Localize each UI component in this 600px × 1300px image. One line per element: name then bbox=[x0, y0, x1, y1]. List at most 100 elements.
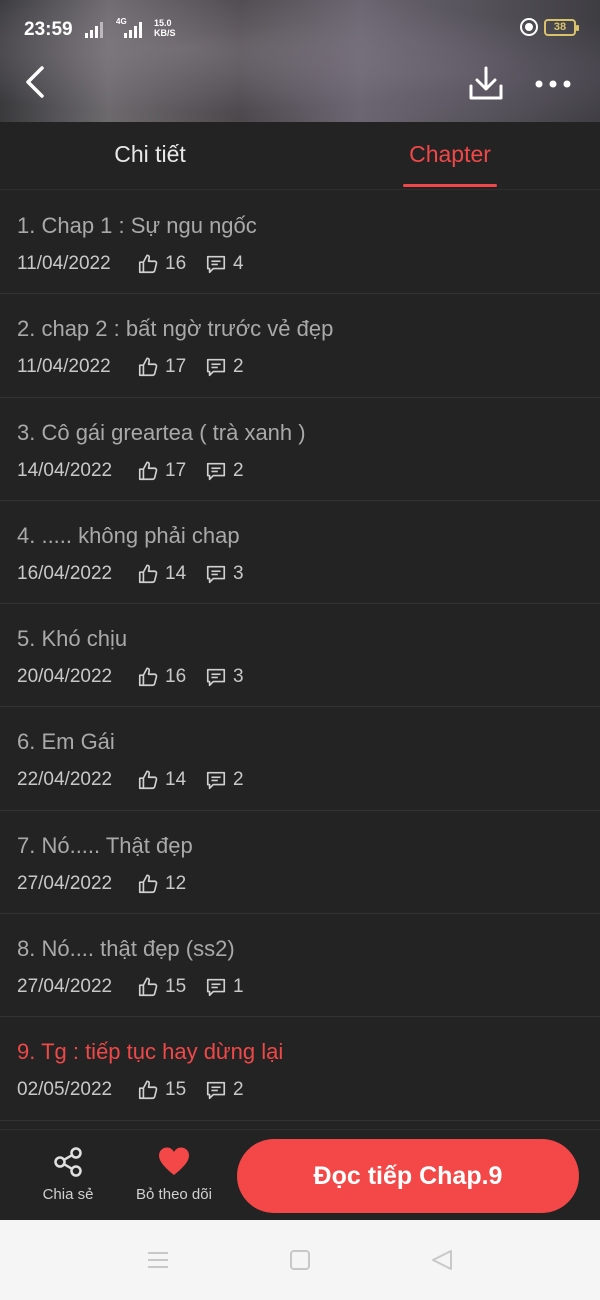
download-button[interactable] bbox=[466, 64, 506, 104]
status-bar: 23:59 4G 15.0 KB/S 38 bbox=[24, 18, 579, 44]
speed-unit: KB/S bbox=[154, 28, 176, 38]
share-label: Chia sẻ bbox=[42, 1186, 94, 1203]
chapter-title: 3. Cô gái greartea ( trà xanh ) bbox=[17, 419, 306, 445]
chapter-meta: 14/04/2022 17 2 bbox=[17, 460, 271, 482]
share-button[interactable]: Chia sẻ bbox=[28, 1140, 108, 1212]
comment-icon bbox=[205, 460, 227, 482]
signal-icon bbox=[85, 22, 103, 38]
chapter-row[interactable]: 7. Nó..... Thật đẹp 27/04/2022 12 bbox=[0, 811, 600, 915]
thumbs-up-icon bbox=[137, 976, 159, 998]
comment-count: 2 bbox=[233, 356, 244, 378]
comment-count: 1 bbox=[233, 976, 244, 998]
chevron-left-icon bbox=[26, 66, 44, 98]
chapter-row[interactable]: 3. Cô gái greartea ( trà xanh ) 14/04/202… bbox=[0, 398, 600, 501]
comment-icon bbox=[205, 976, 227, 998]
share-icon bbox=[54, 1147, 82, 1177]
chapter-meta: 11/04/2022 17 2 bbox=[17, 356, 271, 378]
comment-icon bbox=[205, 769, 227, 791]
comment-count: 3 bbox=[233, 666, 244, 688]
header-banner: 23:59 4G 15.0 KB/S 38 bbox=[0, 0, 600, 122]
thumbs-up-icon bbox=[137, 769, 159, 791]
chapter-date: 22/04/2022 bbox=[17, 769, 113, 791]
chapter-title: 5. Khó chịu bbox=[17, 626, 128, 652]
chapter-row[interactable]: 5. Khó chịu 20/04/2022 16 3 bbox=[0, 604, 600, 708]
like-count: 17 bbox=[165, 459, 187, 481]
signal-icon-2 bbox=[124, 22, 142, 38]
like-count: 16 bbox=[165, 666, 187, 688]
like-count: 14 bbox=[165, 562, 187, 584]
back-button[interactable] bbox=[22, 64, 52, 100]
comment-count: 3 bbox=[233, 562, 244, 584]
thumbs-up-icon bbox=[137, 873, 159, 895]
tab-chapter[interactable]: Chapter bbox=[350, 122, 550, 190]
chapter-list: 1. Chap 1 : Sự ngu ngốc 11/04/2022 16 4 2. c… bbox=[0, 191, 600, 1129]
comment-icon bbox=[205, 356, 227, 378]
chapter-date: 02/05/2022 bbox=[17, 1079, 113, 1101]
more-horizontal-icon bbox=[535, 80, 571, 88]
chapter-meta: 20/04/2022 16 3 bbox=[17, 666, 271, 688]
download-icon bbox=[469, 66, 503, 100]
vpn-icon bbox=[520, 18, 538, 36]
like-count: 16 bbox=[165, 253, 187, 274]
comment-count: 2 bbox=[233, 1079, 244, 1101]
comment-icon bbox=[205, 563, 227, 585]
chapter-row[interactable]: 2. chap 2 : bất ngờ trước vẻ đẹp 11/04/20… bbox=[0, 294, 600, 398]
network-speed: 15.0 KB/S bbox=[154, 18, 176, 38]
chapter-date: 16/04/2022 bbox=[17, 562, 113, 584]
active-tab-indicator bbox=[403, 184, 497, 187]
like-count: 15 bbox=[165, 1079, 187, 1101]
chapter-row[interactable]: 8. Nó.... thật đẹp (ss2) 27/04/2022 15 1 bbox=[0, 914, 600, 1018]
comment-count: 4 bbox=[233, 253, 244, 274]
like-count: 12 bbox=[165, 872, 187, 894]
comment-icon bbox=[205, 666, 227, 688]
chapter-date: 27/04/2022 bbox=[17, 976, 113, 998]
chapter-title: 7. Nó..... Thật đẹp bbox=[17, 832, 193, 858]
chapter-meta: 27/04/2022 15 1 bbox=[17, 976, 271, 998]
heart-icon bbox=[159, 1147, 189, 1175]
comment-count: 2 bbox=[233, 769, 244, 791]
comment-icon bbox=[205, 1079, 227, 1101]
chapter-title: 1. Chap 1 : Sự ngu ngốc bbox=[17, 213, 257, 238]
thumbs-up-icon bbox=[137, 563, 159, 585]
chapter-date: 20/04/2022 bbox=[17, 666, 113, 688]
chapter-meta: 02/05/2022 15 2 bbox=[17, 1079, 271, 1101]
chapter-row[interactable]: 9. Tg : tiếp tục hay dừng lại 02/05/2022 1… bbox=[0, 1017, 600, 1121]
recent-apps-button[interactable] bbox=[145, 1248, 171, 1272]
battery-icon: 38 bbox=[544, 18, 579, 36]
thumbs-up-icon bbox=[137, 356, 159, 378]
chapter-meta: 16/04/2022 14 3 bbox=[17, 563, 271, 585]
continue-reading-button[interactable]: Đọc tiếp Chap.9 bbox=[237, 1139, 579, 1213]
like-count: 14 bbox=[165, 769, 187, 791]
status-time: 23:59 bbox=[24, 19, 73, 40]
chapter-title: 6. Em Gái bbox=[17, 729, 115, 755]
thumbs-up-icon bbox=[137, 460, 159, 482]
like-count: 15 bbox=[165, 976, 187, 998]
unfollow-button[interactable]: Bỏ theo dõi bbox=[122, 1140, 226, 1212]
chapter-title: 2. chap 2 : bất ngờ trước vẻ đẹp bbox=[17, 316, 334, 342]
chapter-row[interactable]: 1. Chap 1 : Sự ngu ngốc 11/04/2022 16 4 bbox=[0, 191, 600, 295]
system-back-button[interactable] bbox=[429, 1248, 455, 1272]
home-button[interactable] bbox=[287, 1248, 313, 1272]
chapter-meta: 27/04/2022 12 bbox=[17, 873, 203, 895]
chapter-row[interactable]: 4. ..... không phải chap 16/04/2022 14 3 bbox=[0, 501, 600, 605]
chapter-date: 14/04/2022 bbox=[17, 459, 113, 481]
comment-icon bbox=[205, 253, 227, 275]
chapter-date: 11/04/2022 bbox=[17, 356, 111, 378]
tab-bar: Chi tiết Chapter bbox=[0, 122, 600, 190]
chapter-row[interactable]: 6. Em Gái 22/04/2022 14 2 bbox=[0, 707, 600, 811]
speed-value: 15.0 bbox=[154, 18, 172, 28]
chapter-date: 11/04/2022 bbox=[17, 253, 111, 274]
thumbs-up-icon bbox=[137, 1079, 159, 1101]
unfollow-label: Bỏ theo dõi bbox=[136, 1186, 212, 1203]
square-icon bbox=[290, 1250, 310, 1270]
like-count: 17 bbox=[165, 356, 187, 378]
thumbs-up-icon bbox=[137, 666, 159, 688]
chapter-title: 4. ..... không phải chap bbox=[17, 522, 240, 548]
thumbs-up-icon bbox=[137, 253, 159, 275]
chapter-title: 8. Nó.... thật đẹp (ss2) bbox=[17, 936, 235, 962]
chapter-meta: 22/04/2022 14 2 bbox=[17, 769, 271, 791]
more-button[interactable] bbox=[532, 70, 574, 98]
tab-details[interactable]: Chi tiết bbox=[50, 122, 250, 190]
chapter-title: 9. Tg : tiếp tục hay dừng lại bbox=[17, 1039, 284, 1065]
comment-count: 2 bbox=[233, 459, 244, 481]
